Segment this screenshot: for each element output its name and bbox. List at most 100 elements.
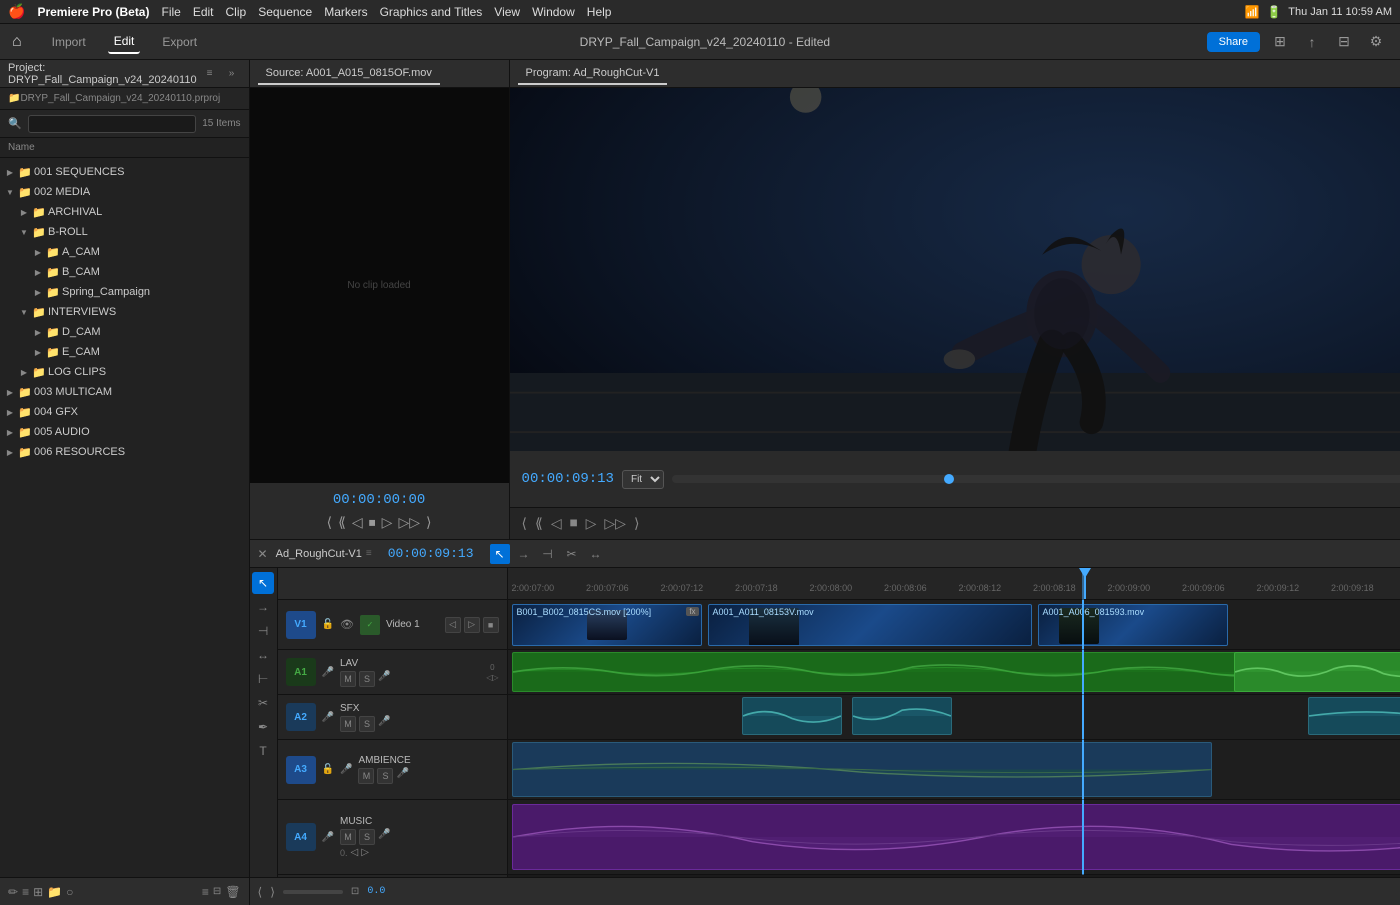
menu-help[interactable]: Help [587, 5, 612, 19]
tree-item-gfx[interactable]: ▶ 📁 004 GFX [0, 402, 249, 422]
a1-s-btn[interactable]: S [359, 671, 375, 687]
nav-edit[interactable]: Edit [108, 30, 141, 54]
audio-clip-lav-selected[interactable]: fx [1234, 652, 1400, 692]
v-slip-tool[interactable]: ↔ [252, 644, 274, 666]
tree-item-archival[interactable]: ▶ 📁 ARCHIVAL [0, 202, 249, 222]
v1-expand-btn[interactable]: ◁ [445, 617, 461, 633]
step-frame-fwd[interactable]: ▷▷ [604, 515, 626, 532]
search-input[interactable] [28, 115, 196, 133]
play-reverse-btn[interactable]: ◁ [551, 515, 562, 532]
menu-sequence[interactable]: Sequence [258, 5, 312, 19]
workspace-icon[interactable]: ⊞ [1268, 30, 1292, 54]
v1-collapse-btn[interactable]: ■ [483, 617, 499, 633]
play-reverse-icon[interactable]: ◁ [352, 514, 363, 531]
timeline-icon[interactable]: ≡ [202, 885, 209, 899]
play-btn[interactable]: ▷ [586, 515, 597, 532]
tree-item-resources[interactable]: ▶ 📁 006 RESOURCES [0, 442, 249, 462]
play-icon[interactable]: ▷ [382, 514, 393, 531]
stop-btn[interactable]: ⏹ [570, 515, 578, 533]
timeline-tab[interactable]: Ad_RoughCut-V1 ≡ [276, 548, 372, 560]
list-view-icon[interactable]: ≡ [22, 885, 29, 899]
v-text-tool[interactable]: T [252, 740, 274, 762]
tree-item-multicam[interactable]: ▶ 📁 003 MULTICAM [0, 382, 249, 402]
menu-edit[interactable]: Edit [193, 5, 214, 19]
a1-m-btn[interactable]: M [340, 671, 356, 687]
music-clip-1[interactable] [512, 804, 1400, 870]
ripple-edit-tool[interactable]: ⊣ [538, 544, 558, 564]
v-select-tool[interactable]: ↖ [252, 572, 274, 594]
tree-item-dcam[interactable]: ▶ 📁 D_CAM [0, 322, 249, 342]
video-clip-3[interactable]: A001_A006_081593.mov [1038, 604, 1228, 646]
share-button[interactable]: Share [1207, 32, 1260, 52]
trash-icon[interactable]: 🗑 [225, 885, 240, 899]
v1-ripple-btn[interactable]: ▷ [464, 617, 480, 633]
mark-out-icon[interactable]: ⟩ [426, 514, 431, 531]
lock-icon-v1[interactable]: 🔓 [322, 619, 334, 630]
menu-window[interactable]: Window [532, 5, 575, 19]
home-icon[interactable]: ⌂ [12, 33, 22, 51]
menu-file[interactable]: File [161, 5, 180, 19]
settings-icon[interactable]: ⚙ [1364, 30, 1388, 54]
zoom-fit-icon[interactable]: ⊡ [351, 886, 359, 897]
menu-markers[interactable]: Markers [324, 5, 367, 19]
sfx-clip-2[interactable] [852, 697, 952, 735]
close-timeline-icon[interactable]: ✕ [258, 547, 268, 561]
tree-item-acam[interactable]: ▶ 📁 A_CAM [0, 242, 249, 262]
a4-s-btn[interactable]: S [359, 829, 375, 845]
timeline-clips-area[interactable]: 2:00:07:00 2:00:07:06 2:00:07:12 2:00:07… [508, 568, 1400, 877]
tree-item-spring[interactable]: ▶ 📁 Spring_Campaign [0, 282, 249, 302]
step-fwd-icon[interactable]: ▷▷ [398, 514, 420, 531]
sfx-clip-3[interactable] [1308, 697, 1400, 735]
a3-lock-icon[interactable]: 🔓 [322, 764, 334, 775]
folder-new-icon[interactable]: 📁 [47, 885, 62, 899]
selection-tool[interactable]: ↖ [490, 544, 510, 564]
slip-tool[interactable]: ↔ [586, 544, 606, 564]
step-frame-back[interactable]: ⟪ [535, 515, 543, 532]
mark-out-btn[interactable]: ⟩ [634, 515, 639, 532]
layout-icon[interactable]: ⊟ [1332, 30, 1356, 54]
ambience-clip-1[interactable] [512, 742, 1212, 797]
menu-graphics-titles[interactable]: Graphics and Titles [380, 5, 483, 19]
a3-s-btn[interactable]: S [377, 768, 393, 784]
tree-item-interviews[interactable]: ▼ 📁 INTERVIEWS [0, 302, 249, 322]
nav-export[interactable]: Export [156, 31, 203, 53]
v1-active-toggle[interactable]: ✓ [360, 615, 380, 635]
zoom-slider[interactable] [283, 890, 343, 894]
v-track-fwd-tool[interactable]: → [252, 596, 274, 618]
tree-item-audio[interactable]: ▶ 📁 005 AUDIO [0, 422, 249, 442]
fit-select[interactable]: Fit [622, 470, 664, 489]
a4-m-btn[interactable]: M [340, 829, 356, 845]
panel-menu-icon[interactable]: ≡ [201, 65, 219, 83]
program-tab[interactable]: Program: Ad_RoughCut-V1 [518, 63, 668, 85]
stop-icon[interactable]: ⏹ [369, 514, 376, 531]
step-back-icon[interactable]: ⟪ [338, 514, 346, 531]
nav-import[interactable]: Import [46, 31, 92, 53]
sfx-clip-1[interactable] [742, 697, 842, 735]
a2-m-btn[interactable]: M [340, 716, 356, 732]
tree-item-broll[interactable]: ▼ 📁 B-ROLL [0, 222, 249, 242]
video-clip-1[interactable]: B001_B002_0815CS.mov [200%] fx [512, 604, 702, 646]
video-clip-2[interactable]: A001_A011_08153V.mov [708, 604, 1032, 646]
menu-view[interactable]: View [494, 5, 520, 19]
razor-tool[interactable]: ✂ [562, 544, 582, 564]
mark-in-icon[interactable]: ⟨ [327, 514, 332, 531]
menu-clip[interactable]: Clip [226, 5, 247, 19]
v-pen-tool[interactable]: ✒ [252, 716, 274, 738]
export-icon[interactable]: ↑ [1300, 30, 1324, 54]
track-select-tool[interactable]: → [514, 544, 534, 564]
sort-icon[interactable]: ○ [66, 885, 73, 899]
a4-vol-up[interactable]: ▷ [361, 847, 369, 858]
v-slide-tool[interactable]: ⊢ [252, 668, 274, 690]
tree-item-sequences[interactable]: ▶ 📁 001 SEQUENCES [0, 162, 249, 182]
icon-view-icon[interactable]: ⊞ [33, 885, 43, 899]
mark-in-btn[interactable]: ⟨ [522, 515, 527, 532]
apple-menu[interactable]: 🍎 [8, 3, 25, 20]
tree-item-media[interactable]: ▼ 📁 002 MEDIA [0, 182, 249, 202]
next-edit-icon[interactable]: ⟩ [270, 885, 275, 899]
tree-item-logclips[interactable]: ▶ 📁 LOG CLIPS [0, 362, 249, 382]
tree-item-ecam[interactable]: ▶ 📁 E_CAM [0, 342, 249, 362]
a2-s-btn[interactable]: S [359, 716, 375, 732]
a3-m-btn[interactable]: M [358, 768, 374, 784]
prev-edit-icon[interactable]: ⟨ [258, 885, 263, 899]
source-tab[interactable]: Source: A001_A015_0815OF.mov [258, 63, 440, 85]
